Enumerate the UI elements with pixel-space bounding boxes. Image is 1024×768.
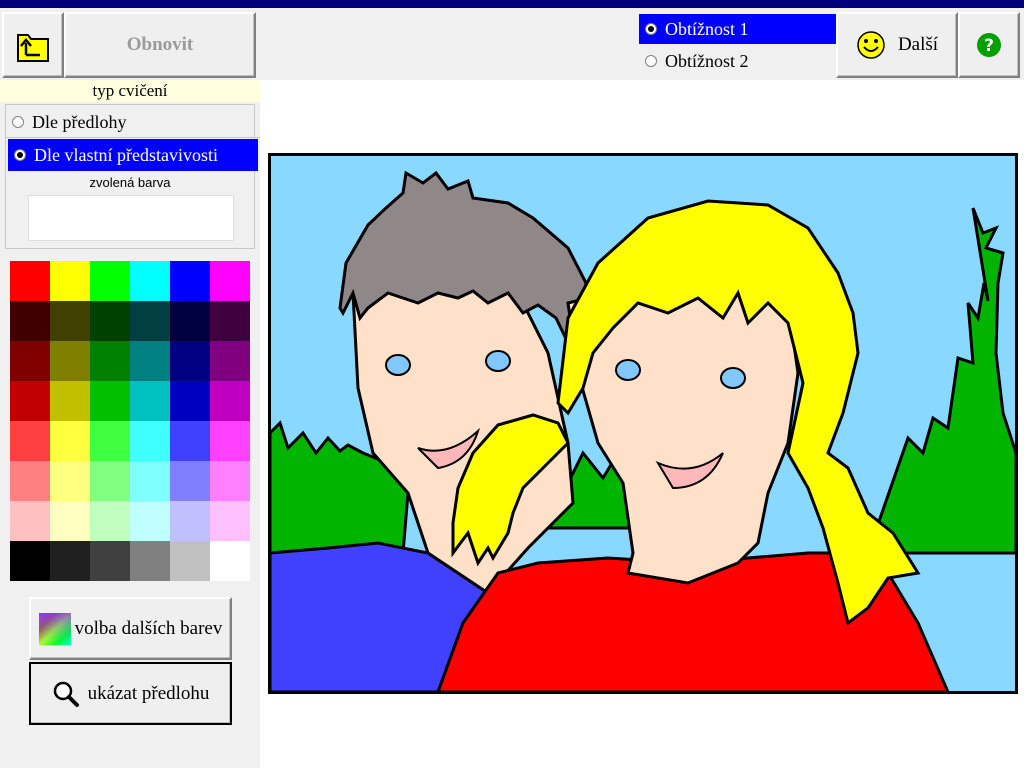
color-swatch[interactable] xyxy=(50,421,90,461)
color-swatch[interactable] xyxy=(10,301,50,341)
help-button[interactable]: ? xyxy=(958,12,1020,78)
chosen-color-preview xyxy=(28,195,234,241)
color-swatch[interactable] xyxy=(10,501,50,541)
show-template-label: ukázat předlohu xyxy=(87,682,210,704)
color-swatch[interactable] xyxy=(130,261,170,301)
color-swatch[interactable] xyxy=(210,261,250,301)
question-icon: ? xyxy=(977,33,1001,57)
color-swatch[interactable] xyxy=(50,261,90,301)
color-swatch[interactable] xyxy=(10,261,50,301)
chosen-color-label: zvolená barva xyxy=(89,175,171,190)
refresh-button[interactable]: Obnovit xyxy=(64,12,256,78)
color-swatch[interactable] xyxy=(90,501,130,541)
more-colors-label: volba dalších barev xyxy=(74,617,223,639)
color-swatch[interactable] xyxy=(210,341,250,381)
color-swatch[interactable] xyxy=(10,421,50,461)
color-swatch[interactable] xyxy=(10,461,50,501)
color-swatch[interactable] xyxy=(90,541,130,581)
color-gradient-icon xyxy=(38,612,71,645)
next-button[interactable]: Další xyxy=(836,12,958,78)
color-swatch[interactable] xyxy=(130,301,170,341)
exercise-type-template-label: Dle předlohy xyxy=(32,111,127,132)
boy-right-eye-region[interactable] xyxy=(485,350,511,372)
color-swatch[interactable] xyxy=(210,461,250,501)
color-swatch[interactable] xyxy=(130,381,170,421)
exercise-type-title-text: typ cvičení xyxy=(92,81,168,100)
exercise-type-template-radio[interactable]: Dle předlohy xyxy=(6,107,260,138)
more-colors-button[interactable]: volba dalších barev xyxy=(29,597,232,660)
color-swatch[interactable] xyxy=(10,381,50,421)
color-swatch[interactable] xyxy=(50,461,90,501)
refresh-label: Obnovit xyxy=(126,34,194,55)
color-swatch[interactable] xyxy=(130,341,170,381)
radio-icon xyxy=(14,149,26,161)
color-swatch[interactable] xyxy=(90,421,130,461)
radio-icon xyxy=(645,55,657,67)
smiley-icon xyxy=(857,31,885,59)
radio-icon xyxy=(645,23,657,35)
color-swatch[interactable] xyxy=(50,541,90,581)
magnifier-icon xyxy=(53,681,79,707)
color-swatch[interactable] xyxy=(210,421,250,461)
girl-left-eye-region[interactable] xyxy=(615,359,641,381)
coloring-canvas[interactable] xyxy=(268,153,1018,694)
color-swatch[interactable] xyxy=(170,261,210,301)
show-template-button[interactable]: ukázat předlohu xyxy=(29,662,232,725)
color-swatch[interactable] xyxy=(10,341,50,381)
color-swatch[interactable] xyxy=(210,301,250,341)
color-swatch[interactable] xyxy=(10,541,50,581)
svg-text:?: ? xyxy=(984,36,994,56)
girl-right-eye-region[interactable] xyxy=(720,367,746,389)
next-label: Další xyxy=(897,34,939,55)
color-swatch[interactable] xyxy=(50,341,90,381)
color-swatch[interactable] xyxy=(130,501,170,541)
color-swatch[interactable] xyxy=(90,381,130,421)
color-swatch[interactable] xyxy=(170,501,210,541)
title-stripe xyxy=(0,0,1024,8)
exercise-type-group: Dle předlohy Dle vlastní představivosti … xyxy=(5,104,260,249)
exercise-type-imagination-label: Dle vlastní představivosti xyxy=(34,144,218,165)
color-palette xyxy=(10,261,252,583)
color-swatch[interactable] xyxy=(130,461,170,501)
color-swatch[interactable] xyxy=(90,461,130,501)
difficulty-group: Obtížnost 1 Obtížnost 2 xyxy=(637,12,836,78)
difficulty-2-label: Obtížnost 2 xyxy=(665,50,749,71)
radio-icon xyxy=(12,116,24,128)
color-swatch[interactable] xyxy=(210,541,250,581)
color-swatch[interactable] xyxy=(50,301,90,341)
color-swatch[interactable] xyxy=(170,421,210,461)
color-swatch[interactable] xyxy=(170,541,210,581)
difficulty-2-radio[interactable]: Obtížnost 2 xyxy=(639,46,836,76)
exercise-type-imagination-radio[interactable]: Dle vlastní představivosti xyxy=(8,139,258,171)
exercise-type-title: typ cvičení xyxy=(0,80,260,102)
folder-up-icon xyxy=(17,34,49,62)
color-swatch[interactable] xyxy=(90,301,130,341)
color-swatch[interactable] xyxy=(50,501,90,541)
color-swatch[interactable] xyxy=(90,261,130,301)
color-swatch[interactable] xyxy=(210,381,250,421)
color-swatch[interactable] xyxy=(50,381,90,421)
color-swatch[interactable] xyxy=(170,381,210,421)
open-button[interactable] xyxy=(2,12,64,78)
color-swatch[interactable] xyxy=(170,461,210,501)
difficulty-1-label: Obtížnost 1 xyxy=(665,18,749,39)
color-swatch[interactable] xyxy=(130,541,170,581)
color-swatch[interactable] xyxy=(130,421,170,461)
color-swatch[interactable] xyxy=(210,501,250,541)
color-swatch[interactable] xyxy=(170,341,210,381)
color-swatch[interactable] xyxy=(90,341,130,381)
boy-left-eye-region[interactable] xyxy=(385,354,411,376)
color-swatch[interactable] xyxy=(170,301,210,341)
difficulty-1-radio[interactable]: Obtížnost 1 xyxy=(639,14,836,44)
